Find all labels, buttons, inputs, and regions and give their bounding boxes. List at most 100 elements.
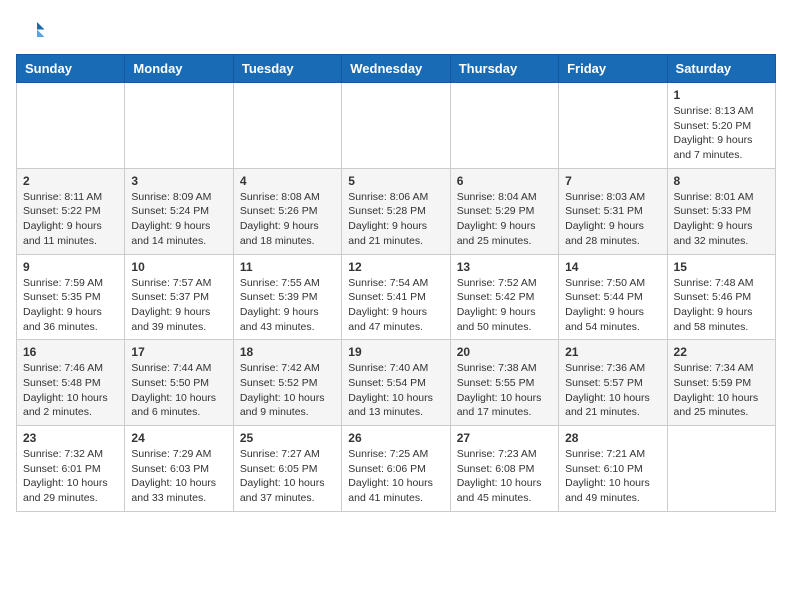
day-number: 18 (240, 345, 335, 359)
day-number: 27 (457, 431, 552, 445)
page-header (16, 16, 776, 46)
day-cell: 21 Sunrise: 7:36 AM Sunset: 5:57 PM Dayli… (559, 340, 667, 426)
day-number: 17 (131, 345, 226, 359)
day-info: Sunrise: 7:40 AM Sunset: 5:54 PM Dayligh… (348, 361, 443, 420)
weekday-header-monday: Monday (125, 55, 233, 83)
day-cell: 19 Sunrise: 7:40 AM Sunset: 5:54 PM Dayli… (342, 340, 450, 426)
day-cell (559, 83, 667, 169)
day-number: 8 (674, 174, 769, 188)
day-cell: 2Sunrise: 8:11 AM Sunset: 5:22 PM Daylig… (17, 168, 125, 254)
day-info: Sunrise: 7:38 AM Sunset: 5:55 PM Dayligh… (457, 361, 552, 420)
day-info: Sunrise: 7:52 AM Sunset: 5:42 PM Dayligh… (457, 276, 552, 335)
day-cell: 10 Sunrise: 7:57 AM Sunset: 5:37 PM Dayli… (125, 254, 233, 340)
day-info: Sunrise: 8:13 AM Sunset: 5:20 PM Dayligh… (674, 104, 769, 163)
day-cell: 8 Sunrise: 8:01 AM Sunset: 5:33 PM Daylig… (667, 168, 775, 254)
day-cell (667, 426, 775, 512)
day-cell: 20 Sunrise: 7:38 AM Sunset: 5:55 PM Dayli… (450, 340, 558, 426)
weekday-header-tuesday: Tuesday (233, 55, 341, 83)
day-number: 16 (23, 345, 118, 359)
day-cell: 12 Sunrise: 7:54 AM Sunset: 5:41 PM Dayli… (342, 254, 450, 340)
day-cell: 27 Sunrise: 7:23 AM Sunset: 6:08 PM Dayli… (450, 426, 558, 512)
day-number: 3 (131, 174, 226, 188)
week-row-1: 1 Sunrise: 8:13 AM Sunset: 5:20 PM Daylig… (17, 83, 776, 169)
day-cell: 24 Sunrise: 7:29 AM Sunset: 6:03 PM Dayli… (125, 426, 233, 512)
day-info: Sunrise: 7:59 AM Sunset: 5:35 PM Dayligh… (23, 276, 118, 335)
day-cell: 14Sunrise: 7:50 AM Sunset: 5:44 PM Dayli… (559, 254, 667, 340)
weekday-header-thursday: Thursday (450, 55, 558, 83)
day-info: Sunrise: 8:01 AM Sunset: 5:33 PM Dayligh… (674, 190, 769, 249)
day-number: 24 (131, 431, 226, 445)
day-number: 28 (565, 431, 660, 445)
calendar-table: SundayMondayTuesdayWednesdayThursdayFrid… (16, 54, 776, 512)
day-info: Sunrise: 7:46 AM Sunset: 5:48 PM Dayligh… (23, 361, 118, 420)
day-info: Sunrise: 7:55 AM Sunset: 5:39 PM Dayligh… (240, 276, 335, 335)
weekday-header-saturday: Saturday (667, 55, 775, 83)
weekday-header-friday: Friday (559, 55, 667, 83)
day-number: 20 (457, 345, 552, 359)
day-number: 5 (348, 174, 443, 188)
day-info: Sunrise: 7:25 AM Sunset: 6:06 PM Dayligh… (348, 447, 443, 506)
day-cell (233, 83, 341, 169)
day-number: 15 (674, 260, 769, 274)
day-cell (17, 83, 125, 169)
day-info: Sunrise: 8:03 AM Sunset: 5:31 PM Dayligh… (565, 190, 660, 249)
day-info: Sunrise: 7:32 AM Sunset: 6:01 PM Dayligh… (23, 447, 118, 506)
day-cell: 11 Sunrise: 7:55 AM Sunset: 5:39 PM Dayli… (233, 254, 341, 340)
day-number: 19 (348, 345, 443, 359)
day-info: Sunrise: 7:27 AM Sunset: 6:05 PM Dayligh… (240, 447, 335, 506)
day-info: Sunrise: 7:42 AM Sunset: 5:52 PM Dayligh… (240, 361, 335, 420)
day-cell: 23 Sunrise: 7:32 AM Sunset: 6:01 PM Dayli… (17, 426, 125, 512)
day-cell: 26 Sunrise: 7:25 AM Sunset: 6:06 PM Dayli… (342, 426, 450, 512)
logo-icon (16, 16, 46, 46)
day-info: Sunrise: 7:48 AM Sunset: 5:46 PM Dayligh… (674, 276, 769, 335)
day-number: 13 (457, 260, 552, 274)
day-cell (342, 83, 450, 169)
day-number: 7 (565, 174, 660, 188)
week-row-2: 2Sunrise: 8:11 AM Sunset: 5:22 PM Daylig… (17, 168, 776, 254)
day-cell: 17 Sunrise: 7:44 AM Sunset: 5:50 PM Dayli… (125, 340, 233, 426)
day-cell: 16 Sunrise: 7:46 AM Sunset: 5:48 PM Dayli… (17, 340, 125, 426)
day-cell: 9 Sunrise: 7:59 AM Sunset: 5:35 PM Daylig… (17, 254, 125, 340)
day-cell: 28 Sunrise: 7:21 AM Sunset: 6:10 PM Dayli… (559, 426, 667, 512)
day-number: 12 (348, 260, 443, 274)
day-number: 25 (240, 431, 335, 445)
day-number: 2 (23, 174, 118, 188)
weekday-header-wednesday: Wednesday (342, 55, 450, 83)
day-cell: 3 Sunrise: 8:09 AM Sunset: 5:24 PM Daylig… (125, 168, 233, 254)
day-cell: 13 Sunrise: 7:52 AM Sunset: 5:42 PM Dayli… (450, 254, 558, 340)
day-number: 9 (23, 260, 118, 274)
day-number: 23 (23, 431, 118, 445)
day-number: 26 (348, 431, 443, 445)
day-info: Sunrise: 8:04 AM Sunset: 5:29 PM Dayligh… (457, 190, 552, 249)
day-cell: 15 Sunrise: 7:48 AM Sunset: 5:46 PM Dayli… (667, 254, 775, 340)
day-info: Sunrise: 7:21 AM Sunset: 6:10 PM Dayligh… (565, 447, 660, 506)
day-cell: 18 Sunrise: 7:42 AM Sunset: 5:52 PM Dayli… (233, 340, 341, 426)
day-info: Sunrise: 7:36 AM Sunset: 5:57 PM Dayligh… (565, 361, 660, 420)
day-number: 4 (240, 174, 335, 188)
day-cell: 1 Sunrise: 8:13 AM Sunset: 5:20 PM Daylig… (667, 83, 775, 169)
day-number: 1 (674, 88, 769, 102)
day-info: Sunrise: 7:44 AM Sunset: 5:50 PM Dayligh… (131, 361, 226, 420)
day-number: 22 (674, 345, 769, 359)
day-info: Sunrise: 7:23 AM Sunset: 6:08 PM Dayligh… (457, 447, 552, 506)
day-cell: 7 Sunrise: 8:03 AM Sunset: 5:31 PM Daylig… (559, 168, 667, 254)
day-number: 21 (565, 345, 660, 359)
day-info: Sunrise: 7:57 AM Sunset: 5:37 PM Dayligh… (131, 276, 226, 335)
day-cell: 22Sunrise: 7:34 AM Sunset: 5:59 PM Dayli… (667, 340, 775, 426)
day-cell: 25 Sunrise: 7:27 AM Sunset: 6:05 PM Dayli… (233, 426, 341, 512)
day-cell: 4 Sunrise: 8:08 AM Sunset: 5:26 PM Daylig… (233, 168, 341, 254)
day-info: Sunrise: 8:06 AM Sunset: 5:28 PM Dayligh… (348, 190, 443, 249)
week-row-5: 23 Sunrise: 7:32 AM Sunset: 6:01 PM Dayli… (17, 426, 776, 512)
day-cell: 6Sunrise: 8:04 AM Sunset: 5:29 PM Daylig… (450, 168, 558, 254)
day-cell (125, 83, 233, 169)
weekday-header-sunday: Sunday (17, 55, 125, 83)
day-info: Sunrise: 8:08 AM Sunset: 5:26 PM Dayligh… (240, 190, 335, 249)
day-number: 11 (240, 260, 335, 274)
day-cell: 5 Sunrise: 8:06 AM Sunset: 5:28 PM Daylig… (342, 168, 450, 254)
day-number: 10 (131, 260, 226, 274)
weekday-header-row: SundayMondayTuesdayWednesdayThursdayFrid… (17, 55, 776, 83)
day-info: Sunrise: 8:09 AM Sunset: 5:24 PM Dayligh… (131, 190, 226, 249)
week-row-4: 16 Sunrise: 7:46 AM Sunset: 5:48 PM Dayli… (17, 340, 776, 426)
day-info: Sunrise: 7:54 AM Sunset: 5:41 PM Dayligh… (348, 276, 443, 335)
day-info: Sunrise: 7:29 AM Sunset: 6:03 PM Dayligh… (131, 447, 226, 506)
